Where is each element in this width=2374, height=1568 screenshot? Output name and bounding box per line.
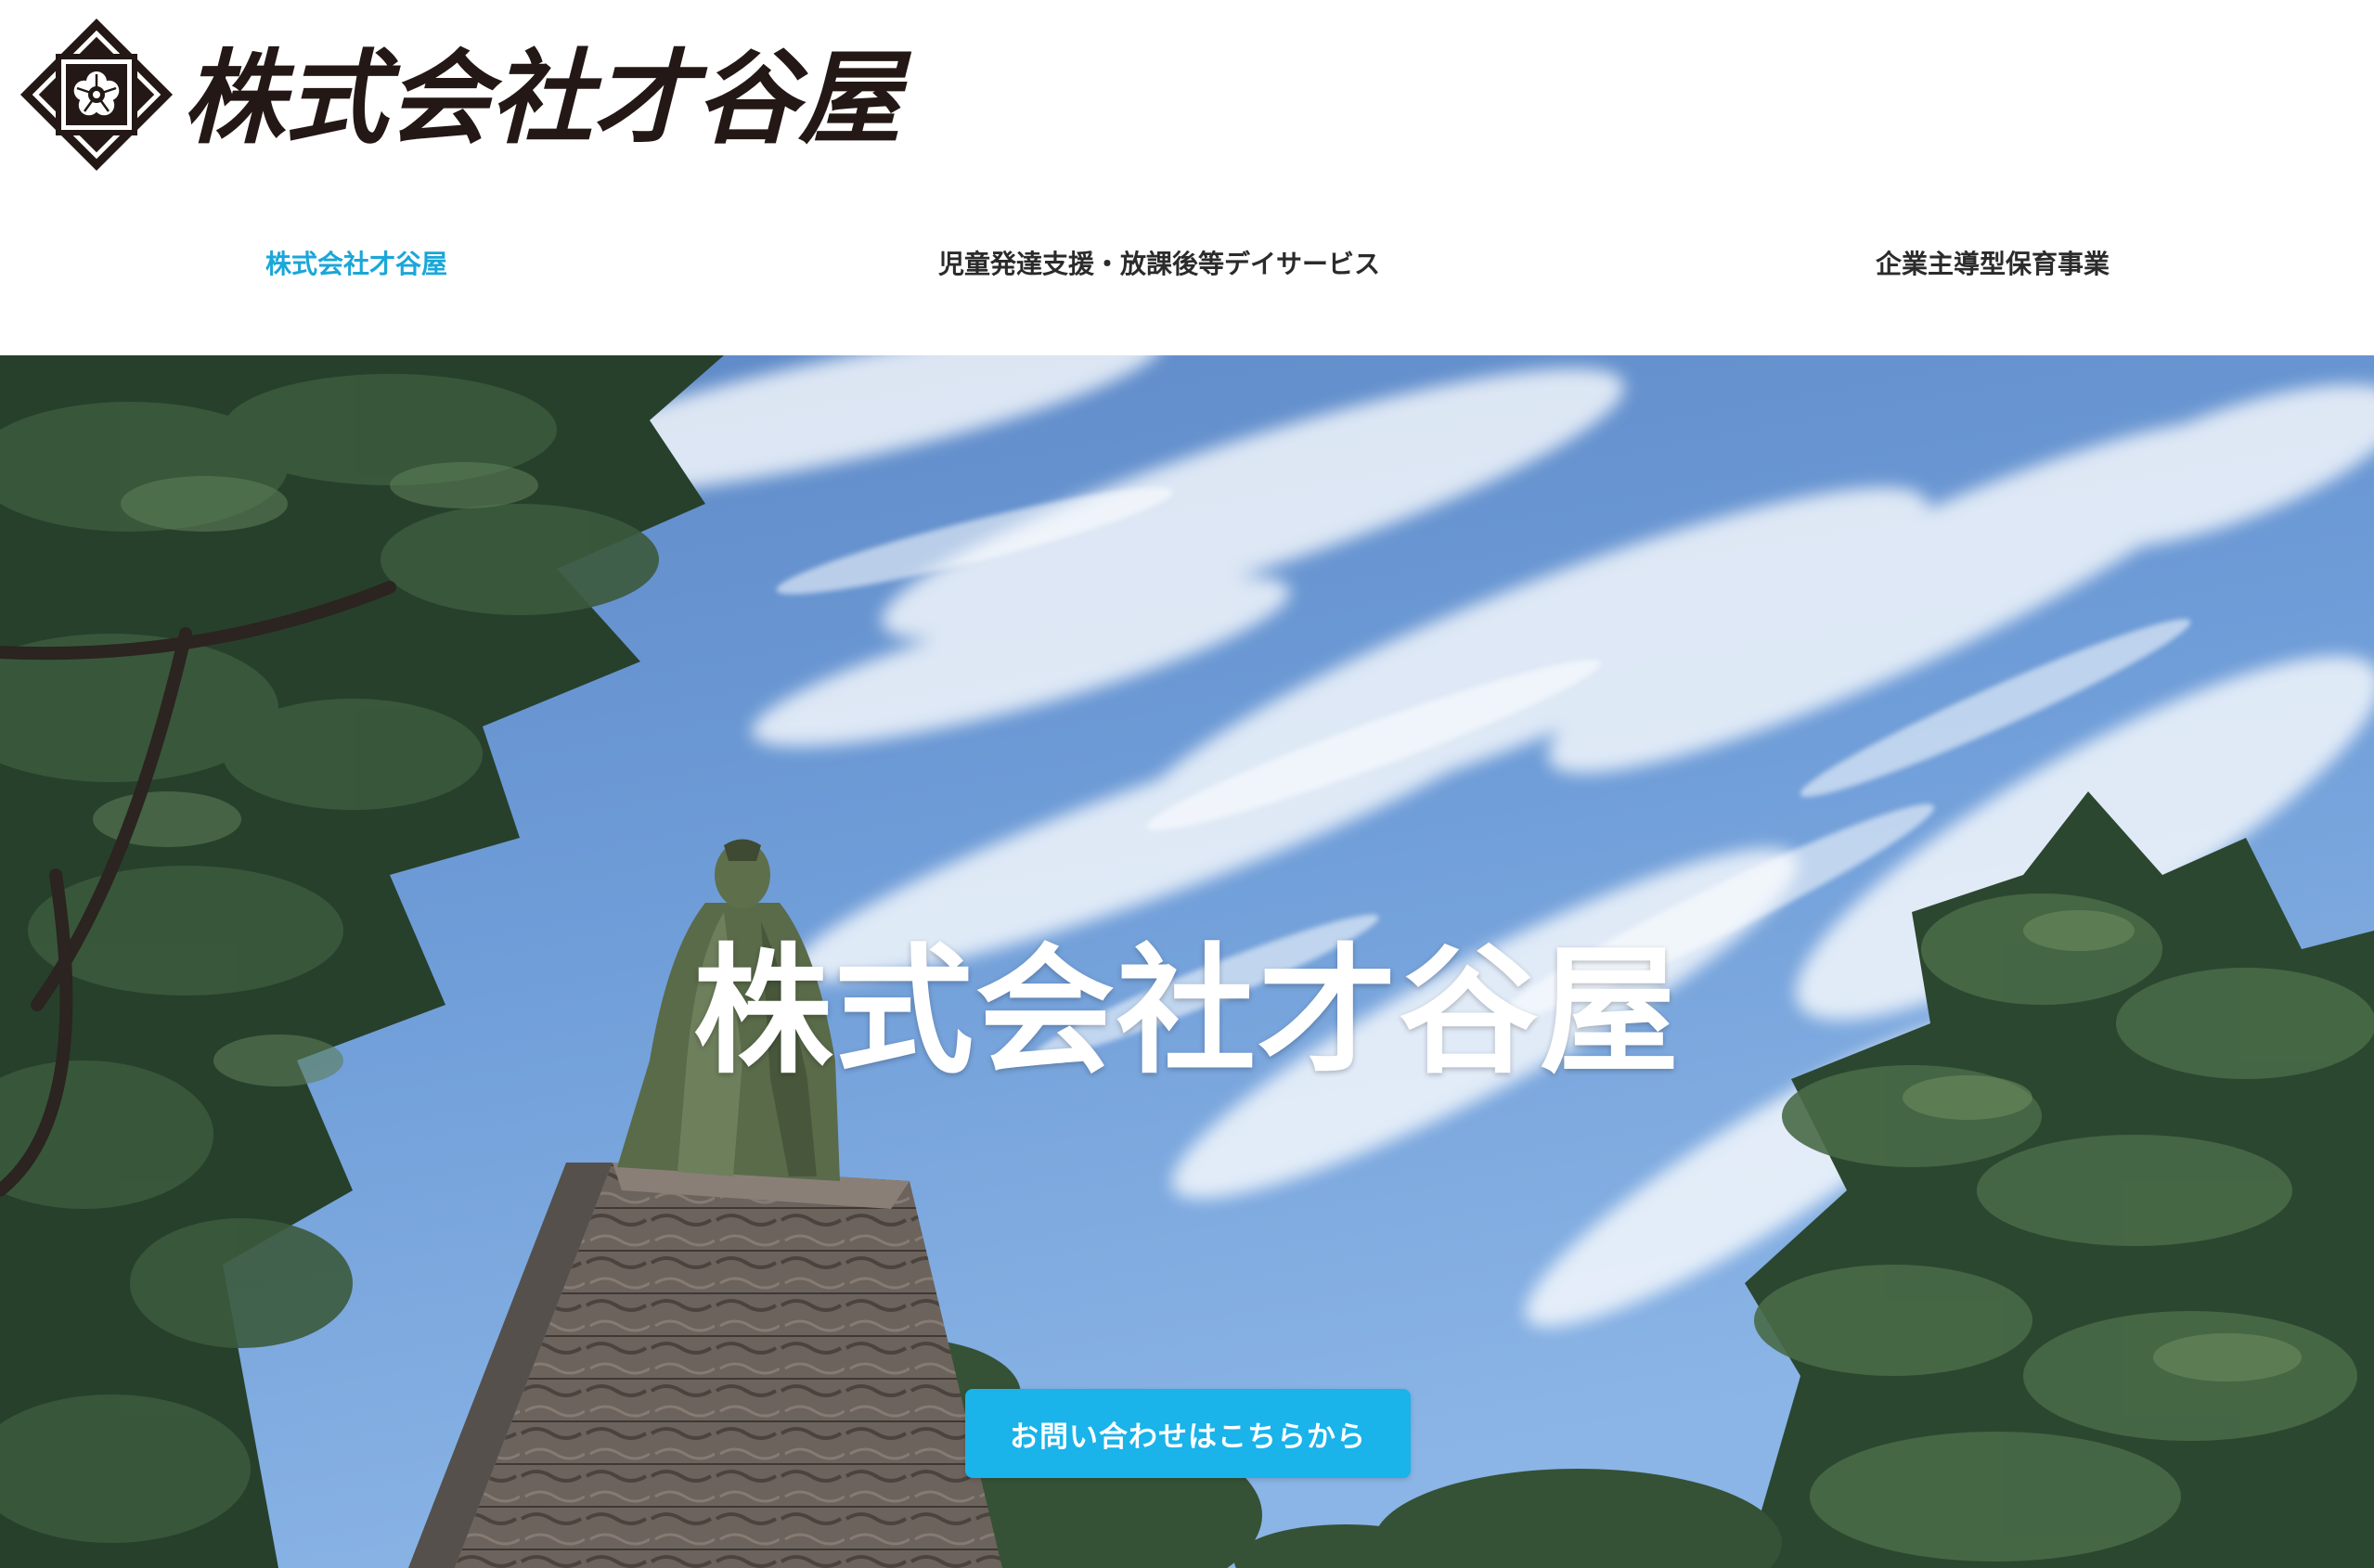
nav-item-company[interactable]: 株式会社才谷屋	[265, 237, 447, 292]
site-logo[interactable]: 株式会社才谷屋	[19, 17, 911, 173]
hero-section: 株式会社才谷屋 お問い合わせはこちらから	[0, 355, 2374, 1568]
main-nav: 株式会社才谷屋 児童発達支援・放課後等デイサービス 企業主導型保育事業	[0, 237, 2374, 292]
kikyo-crest-icon	[19, 18, 174, 172]
logo-wordmark: 株式会社才谷屋	[182, 38, 911, 158]
contact-button[interactable]: お問い合わせはこちらから	[965, 1389, 1411, 1478]
nav-item-child-development[interactable]: 児童発達支援・放課後等デイサービス	[938, 237, 1380, 292]
logo-wordmark-text: 株式会社才谷屋	[182, 38, 911, 158]
site-header: 株式会社才谷屋 株式会社才谷屋 児童発達支援・放課後等デイサービス 企業主導型保…	[0, 0, 2374, 355]
nav-item-childcare[interactable]: 企業主導型保育事業	[1876, 237, 2110, 292]
hero-title: 株式会社才谷屋	[692, 930, 1681, 1093]
